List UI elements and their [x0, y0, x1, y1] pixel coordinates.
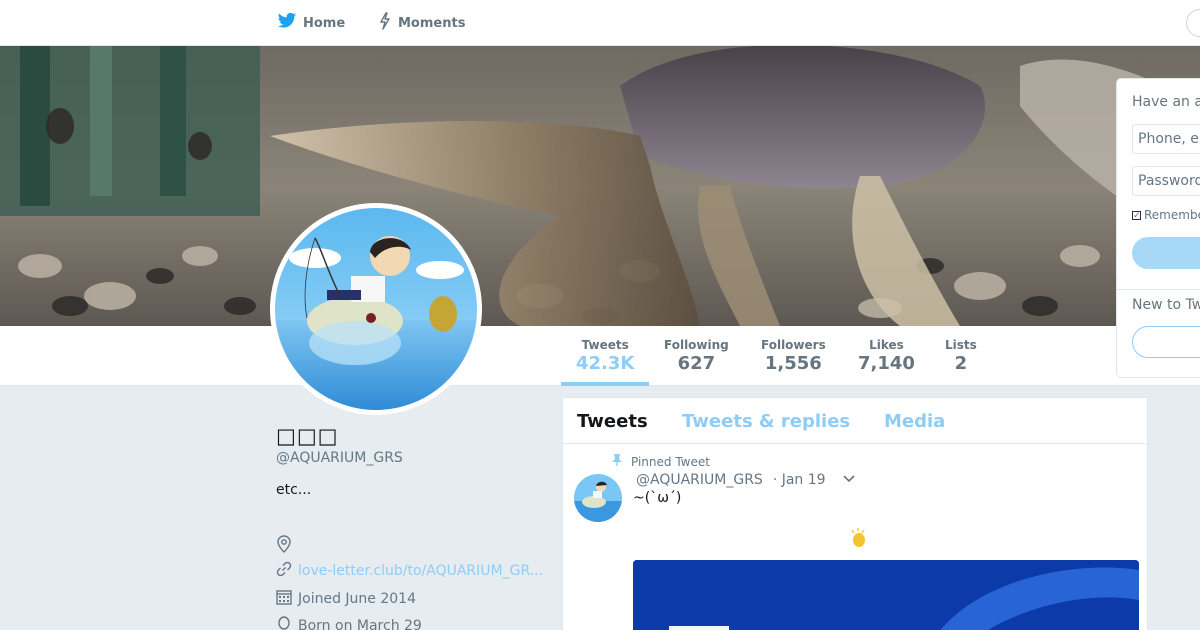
remember-checkbox-icon[interactable]: ✓: [1132, 210, 1141, 220]
nav-home-label: Home: [303, 15, 346, 31]
profile-website: love-letter.club/to/AQUARIUM_GR...: [276, 561, 543, 581]
login-box: Have an account? Phone, email or usernam…: [1116, 78, 1200, 378]
stat-lists[interactable]: Lists 2: [945, 338, 977, 374]
phone-email-input[interactable]: Phone, email or username: [1132, 124, 1200, 154]
account-menu-edge[interactable]: [1186, 9, 1200, 37]
stat-likes[interactable]: Likes 7,140: [858, 338, 915, 374]
profile-joined: Joined June 2014: [276, 589, 416, 609]
stat-lists-label: Lists: [945, 338, 977, 352]
nav-moments[interactable]: Moments: [378, 12, 465, 34]
stat-followers-value: 1,556: [764, 353, 822, 374]
nav-moments-label: Moments: [398, 15, 466, 31]
tab-media[interactable]: Media: [884, 411, 945, 432]
login-button[interactable]: [1132, 237, 1200, 269]
tweet-media-image[interactable]: [633, 560, 1139, 630]
password-input[interactable]: Password: [1132, 166, 1200, 196]
profile-handle[interactable]: @AQUARIUM_GRS: [276, 450, 403, 466]
stat-followers[interactable]: Followers 1,556: [761, 338, 826, 374]
tab-tweets-replies[interactable]: Tweets & replies: [682, 411, 850, 432]
stat-lists-value: 2: [954, 353, 968, 374]
remember-me[interactable]: ✓ Remember me: [1132, 208, 1200, 222]
profile-bio: etc...: [276, 482, 312, 498]
tab-tweets[interactable]: Tweets: [577, 411, 648, 432]
calendar-icon: [276, 589, 292, 609]
profile-born: Born on March 29: [276, 616, 422, 630]
born-text: Born on March 29: [298, 618, 422, 630]
stat-tweets-label: Tweets: [581, 338, 629, 352]
link-icon: [276, 561, 292, 581]
top-navigation: Home Moments: [0, 0, 1200, 46]
location-pin-icon: [276, 535, 292, 557]
stat-likes-value: 7,140: [858, 353, 915, 374]
stat-tweets-value: 42.3K: [576, 353, 635, 374]
twitter-bird-icon: [277, 12, 297, 34]
profile-location: [276, 535, 298, 557]
active-tab-underline: [561, 382, 649, 386]
login-title: Have an account?: [1132, 94, 1200, 110]
tweet-avatar[interactable]: [574, 474, 622, 522]
stat-following-label: Following: [664, 338, 729, 352]
timeline-tabs: Tweets Tweets & replies Media: [563, 398, 1147, 444]
profile-nav: Tweets 42.3K Following 627 Followers 1,5…: [0, 326, 1200, 386]
chevron-down-icon[interactable]: [842, 472, 856, 488]
pinned-tweet-label: Pinned Tweet: [611, 453, 710, 470]
stat-likes-label: Likes: [869, 338, 904, 352]
signup-button[interactable]: [1132, 326, 1200, 358]
remember-label: Remember me: [1144, 208, 1200, 222]
stat-tweets[interactable]: Tweets 42.3K: [576, 338, 634, 374]
profile-banner: [0, 46, 1200, 326]
clap-emoji-icon: [849, 528, 869, 552]
balloon-icon: [276, 616, 292, 630]
tweet-header: @AQUARIUM_GRS · Jan 19: [636, 472, 856, 488]
stat-followers-label: Followers: [761, 338, 826, 352]
pinned-text: Pinned Tweet: [631, 454, 710, 469]
stat-following[interactable]: Following 627: [664, 338, 729, 374]
login-divider: [1117, 289, 1200, 290]
tweet-text: ~(`ω´): [633, 490, 682, 506]
nav-home[interactable]: Home: [277, 12, 345, 34]
joined-text: Joined June 2014: [298, 591, 416, 607]
profile-display-name: □□□: [276, 424, 339, 448]
stat-following-value: 627: [677, 353, 716, 374]
website-link[interactable]: love-letter.club/to/AQUARIUM_GR...: [298, 563, 543, 579]
profile-avatar[interactable]: [270, 203, 482, 415]
pin-icon: [611, 453, 623, 470]
lightning-icon: [378, 12, 392, 34]
timeline: Tweets Tweets & replies Media Pinned Twe…: [562, 397, 1148, 630]
tweet-handle[interactable]: @AQUARIUM_GRS: [636, 472, 763, 488]
new-to-twitter-label: New to Twitter?: [1132, 297, 1200, 313]
tweet-date[interactable]: · Jan 19: [773, 472, 826, 488]
